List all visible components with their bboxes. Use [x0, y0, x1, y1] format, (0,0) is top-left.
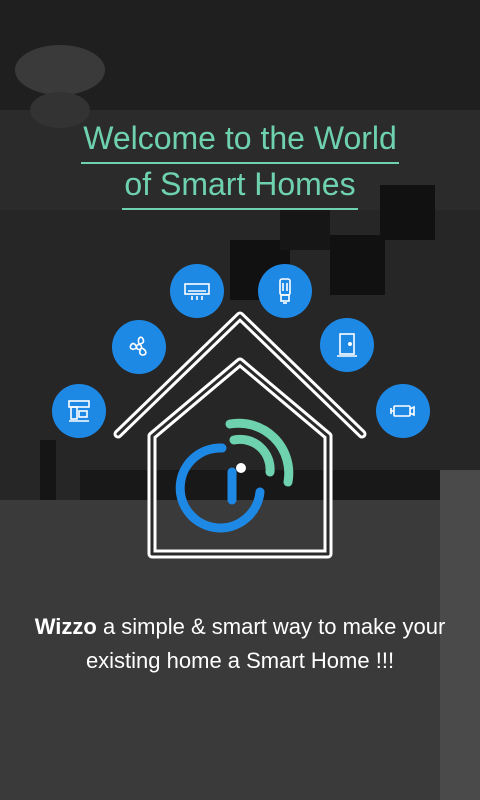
- brand-name: Wizzo: [34, 614, 97, 639]
- tagline: Wizzo a simple & smart way to make your …: [0, 610, 480, 678]
- tagline-text: a simple & smart way to make your: [96, 614, 446, 639]
- air-conditioner-icon[interactable]: [170, 264, 224, 318]
- coffee-machine-icon[interactable]: [52, 384, 106, 438]
- tagline-line2: existing home a Smart Home !!!: [85, 648, 395, 673]
- camera-icon[interactable]: [376, 384, 430, 438]
- door-icon[interactable]: [320, 318, 374, 372]
- fan-icon[interactable]: [112, 320, 166, 374]
- light-bulb-icon[interactable]: [258, 264, 312, 318]
- welcome-title-line2: of Smart Homes: [0, 164, 480, 210]
- welcome-title-line1: Welcome to the World: [0, 118, 480, 164]
